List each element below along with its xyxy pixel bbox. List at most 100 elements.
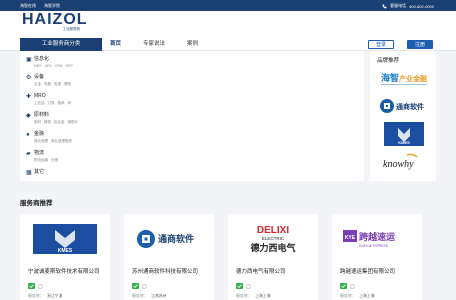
register-button[interactable]: 注册	[407, 40, 433, 49]
provider-location: 服务地： 浙江宁波	[28, 294, 62, 299]
category-sub-link[interactable]: 照明	[64, 82, 71, 87]
knowhy-logo-icon: knowhy	[383, 153, 418, 170]
category-sub-link[interactable]: 物流运输	[34, 158, 48, 163]
monitor-icon: ▣	[26, 57, 32, 63]
phone-icon	[382, 4, 387, 8]
category-tab[interactable]: 工业服务商分类	[20, 38, 102, 51]
brand-logo-tongshang[interactable]: 通商软件	[377, 95, 431, 117]
provider-card-kmes[interactable]: KMES 宁波诚麦斯软件技术有限公司 服务地： 浙江宁波	[20, 214, 110, 300]
category-sub-link[interactable]: 商业保理	[34, 139, 48, 144]
provider-card-tongshang[interactable]: 通商软件 苏州通商软件科技有限公司 服务地： 江苏苏州	[124, 214, 214, 300]
truck-icon: ▰	[26, 151, 31, 157]
login-button[interactable]: 登录	[368, 40, 394, 49]
category-title: 金融	[34, 131, 45, 137]
hotline: 客服电话 400-602-0000	[382, 3, 434, 9]
provider-badges	[28, 283, 43, 289]
category-sub-link[interactable]: 轴承	[58, 101, 65, 106]
provider-location: 服务地： 江苏苏州	[132, 294, 166, 299]
location-icon	[142, 283, 147, 289]
category-title: 其它	[34, 169, 45, 175]
provider-location: 服务地： 上海上海	[340, 294, 374, 299]
site-logo[interactable]: HAIZOL 工业服务商	[22, 12, 90, 34]
category-sub-link[interactable]: CRM	[55, 64, 63, 68]
provider-logo: KMES	[30, 223, 100, 255]
nav-home[interactable]: 首页	[110, 38, 121, 51]
category-sub-link[interactable]: 电源	[54, 82, 61, 87]
location-value: 浙江宁波	[47, 294, 63, 298]
category-title: 原材料	[34, 112, 50, 118]
brand-logo-knowhy[interactable]: knowhy	[377, 151, 431, 173]
provider-name: 跨越速运集团有限公司	[340, 269, 396, 275]
category-sub-link[interactable]: 铸铁	[44, 120, 51, 125]
svg-text:KMES: KMES	[398, 140, 410, 145]
category-subs: MES APS CRM ERP	[34, 64, 73, 68]
hotline-number: 400-602-0000	[409, 3, 434, 9]
top-link-haizhi-online[interactable]: 海智在线	[20, 3, 36, 9]
top-links: 海智在线 海智学院	[20, 3, 60, 9]
svg-text:产业金融: 产业金融	[399, 74, 427, 83]
provider-logo: DELIXI ELECTRIC 德力西电气	[238, 223, 308, 255]
provider-logo: KYE 跨越速运 KUAYUE EXPRESS	[342, 223, 412, 255]
category-sub-link[interactable]: 钢材	[34, 120, 41, 125]
gear-icon: ⚙	[26, 75, 32, 81]
category-title: 信息化	[34, 56, 50, 62]
provider-badges	[236, 283, 251, 289]
category-sub-link[interactable]: 钢筋头	[68, 120, 79, 125]
svg-text:海智: 海智	[381, 72, 399, 83]
category-sub-link[interactable]: 铝合金	[54, 120, 65, 125]
cube-icon: ◆	[26, 113, 31, 119]
svg-text:KYE: KYE	[345, 235, 356, 241]
category-sub-link[interactable]: MES	[34, 64, 42, 68]
category-sub-link[interactable]: 电器	[44, 82, 51, 87]
provider-card-kye[interactable]: KYE 跨越速运 KUAYUE EXPRESS 跨越速运集团有限公司 服务地： …	[332, 214, 422, 300]
svg-text:通商软件: 通商软件	[158, 233, 194, 244]
logo-text: HAIZOL	[22, 11, 88, 28]
verified-icon	[132, 283, 139, 289]
brand-logo-finance[interactable]: 海智 产业金融	[377, 68, 431, 90]
providers-section-title: 服务商推荐	[20, 200, 53, 207]
location-icon	[350, 283, 355, 289]
category-sub-link[interactable]: 阀	[68, 101, 72, 106]
provider-location: 服务地： 上海上海	[236, 294, 270, 299]
svg-text:DELIXI: DELIXI	[257, 225, 289, 236]
location-label: 服务地：	[236, 294, 252, 298]
provider-card-delixi[interactable]: DELIXI ELECTRIC 德力西电气 德力西电气有限公司 服务地： 上海上…	[228, 214, 318, 300]
kmes-logo-icon: KMES	[384, 122, 424, 146]
wrench-icon: ✚	[26, 94, 32, 100]
category-sub-link[interactable]: APS	[45, 64, 52, 68]
verified-icon	[340, 283, 347, 289]
category-sub-link[interactable]: 刀具	[48, 101, 55, 106]
finance-logo-icon: 海智 产业金融	[381, 72, 427, 85]
hotline-label: 客服电话	[390, 3, 407, 8]
location-label: 服务地：	[340, 294, 356, 298]
category-sidebar: ▣ 信息化 MES APS CRM ERP ⚙ 设备 五金 电器 电源 照明 ✚…	[20, 51, 92, 181]
category-sub-link[interactable]: ERP	[66, 64, 73, 68]
category-subs: 五金 电器 电源 照明	[34, 82, 71, 87]
main-banner	[92, 51, 364, 181]
category-sub-link[interactable]: 五金	[34, 82, 41, 87]
location-label: 服务地：	[132, 294, 148, 298]
location-icon	[246, 283, 251, 289]
category-sub-link[interactable]: 工业品	[34, 101, 45, 106]
nav-case[interactable]: 案例	[187, 38, 198, 51]
category-subs: 物流运输 仓储	[34, 158, 58, 163]
kmes-logo-icon: KMES	[33, 224, 97, 254]
svg-text:knowhy: knowhy	[383, 159, 414, 170]
svg-text:通商软件: 通商软件	[396, 102, 424, 111]
category-subs: 工业品 刀具 轴承 阀	[34, 101, 71, 106]
grid-icon: ▦	[26, 170, 32, 176]
category-sub-link[interactable]: 仓储	[51, 158, 58, 163]
nav-expert[interactable]: 专家说法	[143, 38, 165, 51]
svg-text:德力西电气: 德力西电气	[250, 242, 295, 253]
brand-logo-kmes[interactable]: KMES	[377, 122, 431, 146]
provider-badges	[132, 283, 147, 289]
svg-text:ELECTRIC: ELECTRIC	[262, 236, 285, 241]
top-link-haizhi-academy[interactable]: 海智学院	[44, 3, 60, 9]
category-title: MRO	[34, 93, 46, 99]
location-label: 服务地：	[28, 294, 44, 298]
svg-text:KUAYUE EXPRESS: KUAYUE EXPRESS	[359, 244, 388, 248]
main-nav: 工业服务商分类 首页 专家说法 案例 登录 注册	[0, 38, 456, 51]
category-sub-link[interactable]: 商业保理融资	[51, 139, 72, 144]
location-value: 江苏苏州	[151, 294, 167, 298]
brand-panel-title: 品牌推荐	[377, 58, 400, 64]
